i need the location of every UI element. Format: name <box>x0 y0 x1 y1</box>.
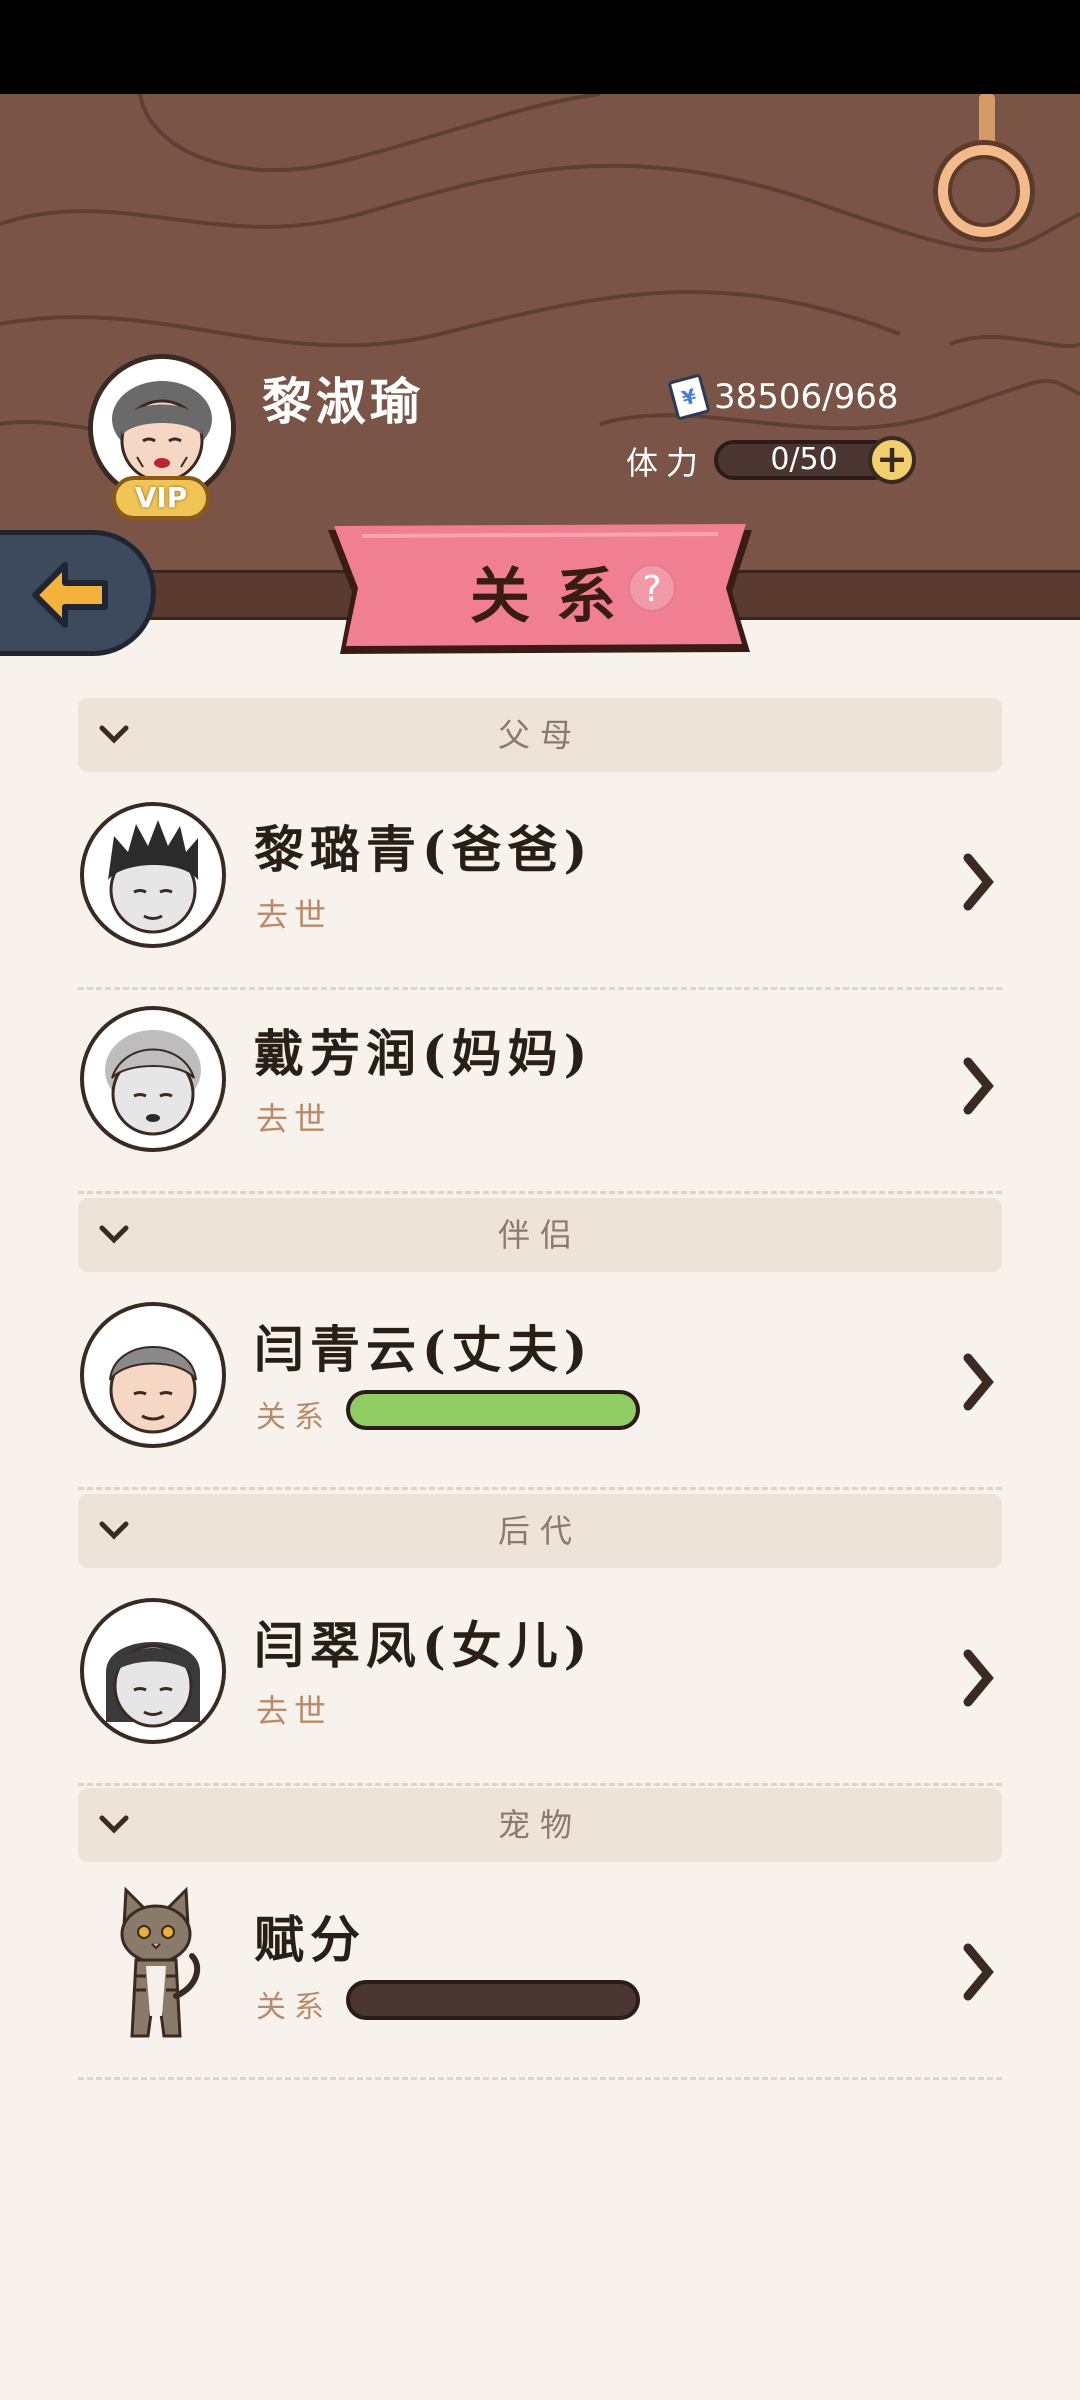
member-name: 闫青云(丈夫) <box>254 1320 594 1379</box>
member-name: 赋分 <box>254 1910 366 1969</box>
menu-ring-rope <box>979 94 995 152</box>
money-display: ¥ 38506/968 <box>667 372 899 422</box>
divider <box>78 987 1002 990</box>
list-item-husband[interactable]: 闫青云(丈夫) 关系 <box>78 1290 1002 1490</box>
member-name: 黎璐青(爸爸) <box>254 820 594 879</box>
back-arrow-icon <box>32 562 108 628</box>
player-name: 黎淑瑜 <box>262 372 424 431</box>
section-title: 父母 <box>497 716 582 754</box>
avatar <box>80 1006 226 1152</box>
add-stamina-button[interactable]: + <box>868 436 916 484</box>
section-title: 宠物 <box>497 1806 582 1844</box>
relation-fill <box>350 1394 636 1426</box>
menu-ring-button[interactable] <box>938 145 1030 237</box>
page-title: 关系 <box>470 562 642 632</box>
stamina-bar: 0/50 <box>714 440 894 480</box>
relation-bar <box>346 1980 640 2020</box>
young-man-avatar-icon <box>108 820 198 934</box>
divider <box>78 1487 1002 1490</box>
section-offspring-header[interactable]: 后代 <box>78 1494 1002 1568</box>
divider <box>78 2077 1002 2080</box>
chevron-right-icon <box>963 1353 994 1411</box>
section-partner-header[interactable]: 伴侣 <box>78 1198 1002 1272</box>
list-item-pet[interactable]: 赋分 关系 <box>78 1880 1002 2080</box>
relation-label: 关系 <box>256 1400 332 1435</box>
help-icon[interactable]: ? <box>628 564 676 612</box>
money-value: 38506/968 <box>714 377 899 417</box>
divider <box>78 1191 1002 1194</box>
member-status: 去世 <box>256 1100 333 1138</box>
chevron-right-icon <box>963 1649 994 1707</box>
member-status: 去世 <box>256 896 333 934</box>
chevron-right-icon <box>963 1943 994 2001</box>
avatar <box>80 802 226 948</box>
chevron-right-icon <box>963 1057 994 1115</box>
stamina-label: 体力 <box>626 444 707 482</box>
back-button[interactable] <box>0 530 156 656</box>
member-name: 闫翠凤(女儿) <box>254 1616 594 1675</box>
elderly-man-avatar-icon <box>109 1346 197 1434</box>
cat-icon <box>120 1886 201 2038</box>
member-name: 戴芳润(妈妈) <box>254 1024 594 1083</box>
section-title: 后代 <box>497 1512 582 1550</box>
section-title: 伴侣 <box>497 1216 582 1254</box>
vip-badge[interactable]: VIP <box>112 476 210 520</box>
chevron-right-icon <box>963 853 994 911</box>
list-item-daughter[interactable]: 闫翠凤(女儿) 去世 <box>78 1586 1002 1786</box>
relation-label: 关系 <box>256 1990 332 2025</box>
section-pets-header[interactable]: 宠物 <box>78 1788 1002 1862</box>
elderly-woman-gray-avatar-icon <box>105 1030 201 1136</box>
divider <box>78 1783 1002 1786</box>
member-status: 去世 <box>256 1692 333 1730</box>
relation-bar <box>346 1390 640 1430</box>
section-parents-header[interactable]: 父母 <box>78 698 1002 772</box>
list-item-father[interactable]: 黎璐青(爸爸) 去世 <box>78 790 1002 990</box>
money-icon: ¥ <box>667 373 711 421</box>
woman-avatar-icon <box>106 1642 200 1728</box>
status-bar <box>0 0 1080 94</box>
avatar <box>80 1598 226 1744</box>
avatar <box>80 1302 226 1448</box>
list-item-mother[interactable]: 戴芳润(妈妈) 去世 <box>78 994 1002 1194</box>
